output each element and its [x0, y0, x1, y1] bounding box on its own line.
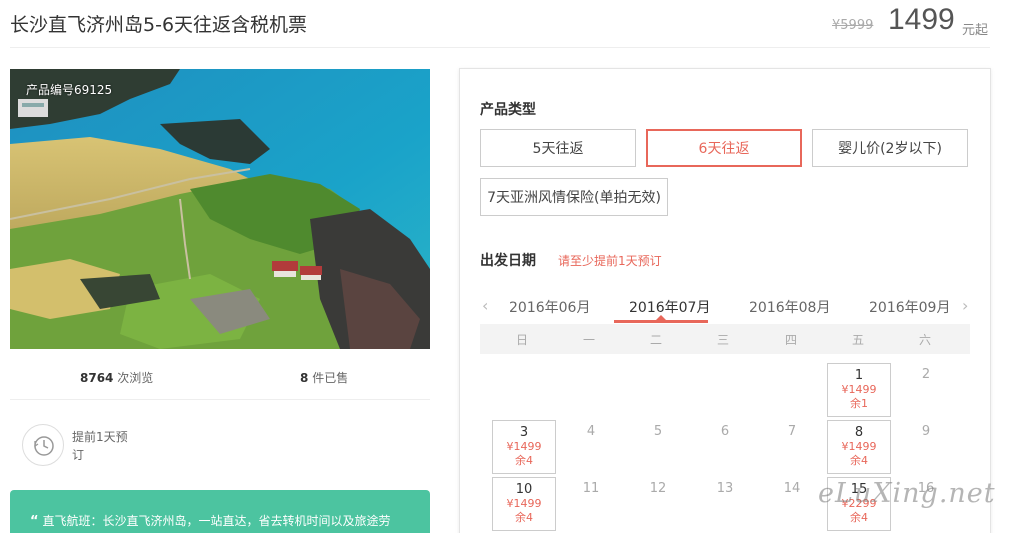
day-number: 11	[582, 481, 600, 496]
active-month-indicator	[614, 320, 708, 323]
month-tab-2016-08[interactable]: 2016年08月	[749, 297, 830, 317]
calendar-day-12: 12	[626, 477, 690, 531]
calendar-day-7: 7	[760, 420, 824, 474]
option-6-day-roundtrip[interactable]: 6天往返	[646, 129, 802, 167]
product-stats: 8764 次浏览 8 件已售	[10, 362, 430, 392]
option-5-day-roundtrip[interactable]: 5天往返	[480, 129, 636, 167]
day-number: 2	[921, 367, 931, 382]
day-number: 8	[854, 425, 864, 440]
calendar-day-4: 4	[559, 420, 623, 474]
day-number: 4	[586, 424, 596, 439]
product-code: 产品编号69125	[26, 83, 113, 97]
calendar-day-2: 2	[894, 363, 958, 417]
calendar-day-9: 9	[894, 420, 958, 474]
notice-content: “直飞航班：长沙直飞济州岛，一站直达，省去转机时间以及旅途劳	[30, 512, 391, 529]
site-watermark: eLuXing.net	[818, 478, 996, 509]
calendar-day-5: 5	[626, 420, 690, 474]
booking-panel: 产品类型 5天往返 6天往返 婴儿价(2岁以下) 7天亚洲风情保险(单拍无效) …	[459, 68, 991, 533]
clock-history-icon	[22, 424, 64, 466]
weekday-sun: 日	[515, 333, 528, 347]
day-stock: 余1	[850, 397, 868, 410]
calendar-day-13: 13	[693, 477, 757, 531]
day-stock: 余4	[850, 511, 868, 524]
weekday-sat: 六	[918, 333, 931, 347]
day-price: ¥1499	[506, 440, 542, 453]
product-type-label: 产品类型	[480, 102, 536, 118]
weekday-tue: 二	[649, 333, 662, 347]
weekday-fri: 五	[851, 333, 864, 347]
calendar-day-8[interactable]: 8 ¥1499 余4	[827, 420, 891, 474]
day-number: 7	[787, 424, 797, 439]
day-number: 13	[716, 481, 734, 496]
weekday-mon: 一	[582, 333, 595, 347]
sold-count: 8	[300, 371, 309, 385]
day-stock: 余4	[515, 511, 533, 524]
departure-date-label: 出发日期	[480, 253, 536, 269]
quote-icon: “	[30, 514, 39, 529]
active-month-caret-icon	[656, 315, 666, 320]
calendar-day-1[interactable]: 1 ¥1499 余1	[827, 363, 891, 417]
prev-month-arrow-icon[interactable]: ‹	[482, 296, 488, 315]
stats-divider	[10, 399, 430, 400]
views-label: 次浏览	[117, 371, 154, 385]
direct-flight-notice: “直飞航班：长沙直飞济州岛，一站直达，省去转机时间以及旅途劳	[10, 490, 430, 533]
views-count: 8764	[80, 371, 114, 385]
calendar-day-6: 6	[693, 420, 757, 474]
product-photo[interactable]: 产品编号69125	[10, 69, 430, 349]
day-number: 6	[720, 424, 730, 439]
day-price: ¥1499	[841, 440, 877, 453]
notice-text: 直飞航班：长沙直飞济州岛，一站直达，省去转机时间以及旅途劳	[42, 514, 391, 528]
weekday-thu: 四	[784, 333, 797, 347]
day-price: ¥1499	[506, 497, 542, 510]
next-month-arrow-icon[interactable]: ›	[962, 296, 968, 315]
calendar-day-10[interactable]: 10 ¥1499 余4	[492, 477, 556, 531]
day-number: 12	[649, 481, 667, 496]
day-price: ¥1499	[841, 383, 877, 396]
month-tab-2016-07[interactable]: 2016年07月	[629, 297, 710, 317]
weekday-wed: 三	[716, 333, 729, 347]
option-asia-insurance[interactable]: 7天亚洲风情保险(单拍无效)	[480, 178, 668, 216]
original-price: ¥5999	[832, 18, 874, 33]
product-header: 长沙直飞济州岛5-6天往返含税机票 ¥5999 1499 元起	[0, 0, 1022, 48]
views-stat: 8764 次浏览	[80, 369, 153, 386]
price-unit: 元起	[962, 23, 989, 38]
weekday-header: 日 一 二 三 四 五 六	[480, 324, 970, 354]
departure-date-hint: 请至少提前1天预订	[558, 254, 662, 268]
calendar-day-14: 14	[760, 477, 824, 531]
calendar-day-3[interactable]: 3 ¥1499 余4	[492, 420, 556, 474]
day-stock: 余4	[515, 454, 533, 467]
day-number: 3	[519, 425, 529, 440]
day-number: 9	[921, 424, 931, 439]
day-number: 14	[783, 481, 801, 496]
day-number: 10	[515, 482, 533, 497]
month-tab-2016-06[interactable]: 2016年06月	[509, 297, 590, 317]
day-number: 5	[653, 424, 663, 439]
advance-booking-info: 提前1天预订	[22, 424, 222, 474]
coastline-photo-image	[10, 69, 430, 349]
month-selector: ‹ 2016年06月 2016年07月 2016年08月 2016年09月 ›	[480, 291, 976, 325]
calendar-day-11: 11	[559, 477, 623, 531]
day-stock: 余4	[850, 454, 868, 467]
sold-stat: 8 件已售	[300, 369, 348, 386]
product-title: 长沙直飞济州岛5-6天往返含税机票	[10, 14, 308, 36]
day-number: 1	[854, 368, 864, 383]
sold-label: 件已售	[312, 371, 349, 385]
advance-booking-text: 提前1天预订	[72, 430, 128, 462]
month-tab-2016-09[interactable]: 2016年09月	[869, 297, 950, 317]
option-infant-price[interactable]: 婴儿价(2岁以下)	[812, 129, 968, 167]
header-divider	[10, 47, 990, 48]
current-price: 1499	[888, 3, 955, 36]
